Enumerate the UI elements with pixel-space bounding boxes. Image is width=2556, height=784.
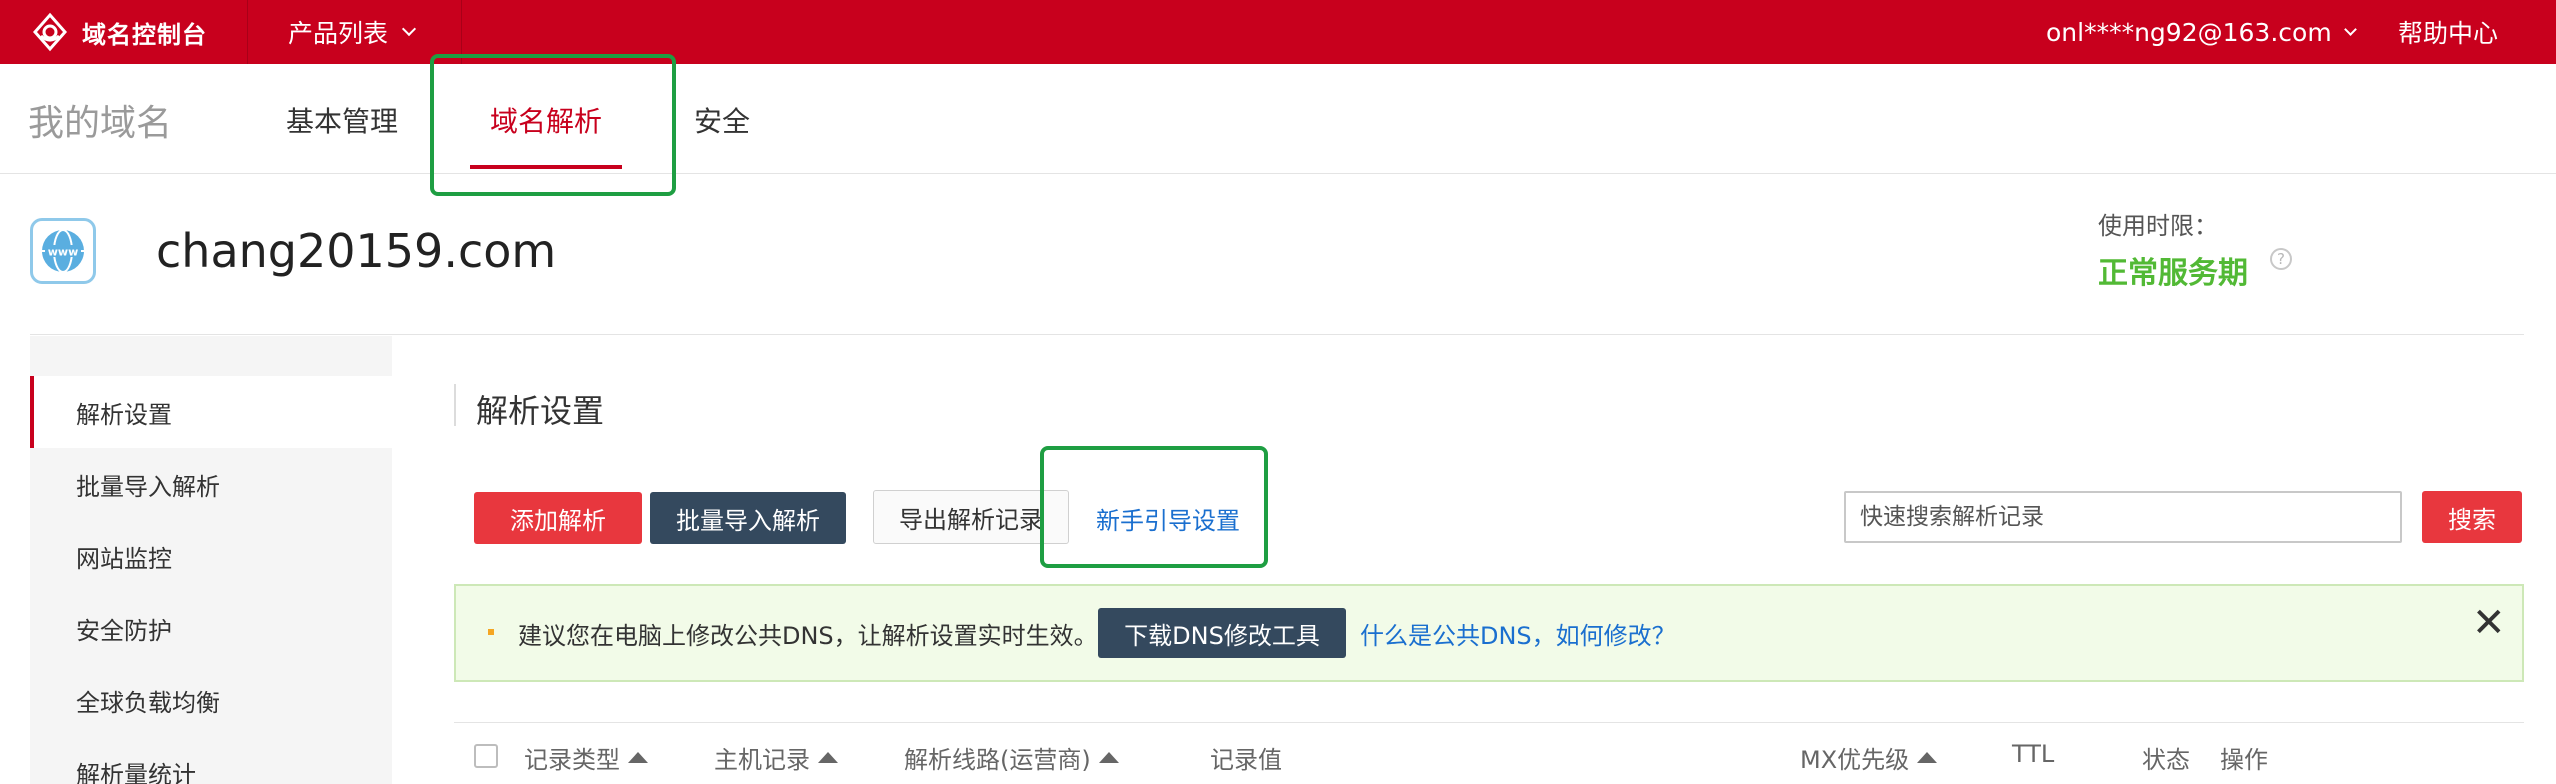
domain-name: chang20159.com [156,224,557,278]
sidebar-item-label: 批量导入解析 [76,472,220,501]
column-label: 解析线路(运营商) [904,746,1091,774]
sidebar-item-security-protection[interactable]: 安全防护 [30,592,392,664]
column-header-record-type[interactable]: 记录类型 [524,740,648,775]
sidebar: 解析设置 批量导入解析 网站监控 安全防护 全球负载均衡 解析量统计 [30,336,392,784]
column-label: 状态 [2142,746,2190,774]
brand-logo-icon [32,12,68,52]
sort-up-icon [818,752,838,763]
column-header-ttl: TTL [2012,740,2054,768]
chevron-down-icon [2343,22,2357,36]
sidebar-item-batch-import[interactable]: 批量导入解析 [30,448,392,520]
search-button[interactable]: 搜索 [2422,491,2522,543]
sidebar-item-label: 解析量统计 [76,760,196,784]
sidebar-item-site-monitor[interactable]: 网站监控 [30,520,392,592]
my-domains-title[interactable]: 我的域名 [28,94,172,146]
column-label: MX优先级 [1800,746,1910,774]
sidebar-item-label: 网站监控 [76,544,172,573]
select-all-checkbox[interactable] [474,744,498,768]
top-bar: 域名控制台 产品列表 onl****ng92@163.com 帮助中心 [0,0,2556,64]
table-top-border [454,722,2524,723]
column-label: 记录值 [1210,746,1282,774]
sidebar-item-dns-settings[interactable]: 解析设置 [30,376,392,448]
add-record-button[interactable]: 添加解析 [474,492,642,544]
brand-title: 域名控制台 [82,20,207,49]
sort-up-icon [1098,752,1119,763]
batch-import-button[interactable]: 批量导入解析 [650,492,846,544]
sidebar-item-global-load-balancing[interactable]: 全球负载均衡 [30,664,392,736]
sidebar-item-resolution-stats[interactable]: 解析量统计 [30,736,392,784]
column-label: 操作 [2220,746,2268,774]
download-dns-tool-button[interactable]: 下载DNS修改工具 [1098,608,1346,658]
product-list-label: 产品列表 [288,19,389,48]
column-header-host-record[interactable]: 主机记录 [714,740,838,775]
sort-up-icon [628,752,648,763]
section-title: 解析设置 [476,392,605,430]
www-globe-icon: www [30,218,96,284]
close-icon[interactable]: ✕ [2472,600,2506,646]
highlight-box-tab [430,54,676,196]
bullet-icon [488,629,494,635]
service-status: 正常服务期 [2098,256,2248,291]
help-question-icon[interactable]: ? [2270,248,2292,270]
column-header-actions: 操作 [2220,740,2268,775]
search-input[interactable] [1844,491,2402,543]
account-menu[interactable]: onl****ng92@163.com [2046,0,2357,64]
highlight-box-guide [1040,446,1268,568]
public-dns-help-link[interactable]: 什么是公共DNS，如何修改？ [1360,616,1676,651]
section-title-bar [454,384,456,426]
chevron-down-icon [401,21,417,37]
sub-navigation: 我的域名 基本管理 域名解析 安全 [0,64,2556,174]
column-header-mx-priority[interactable]: MX优先级 [1800,740,1938,775]
column-header-record-value: 记录值 [1210,740,1282,775]
column-label: TTL [2012,740,2055,768]
sidebar-item-label: 安全防护 [76,616,172,645]
tab-security[interactable]: 安全 [694,100,750,140]
dns-notice-banner: 建议您在电脑上修改公共DNS，让解析设置实时生效。 下载DNS修改工具 什么是公… [454,584,2524,682]
tab-basic-management[interactable]: 基本管理 [286,100,398,140]
sort-up-icon [1917,752,1938,763]
help-center-link[interactable]: 帮助中心 [2398,0,2498,64]
header-divider [30,334,2524,335]
column-label: 记录类型 [524,746,620,774]
product-list-menu[interactable]: 产品列表 [248,0,462,64]
column-header-status: 状态 [2142,740,2190,775]
account-email: onl****ng92@163.com [2046,17,2332,47]
column-label: 主机记录 [714,746,810,774]
column-header-line[interactable]: 解析线路(运营商) [904,740,1119,775]
notice-text: 建议您在电脑上修改公共DNS，让解析设置实时生效。 [518,622,1098,650]
sidebar-item-label: 解析设置 [76,400,172,429]
sidebar-item-label: 全球负载均衡 [76,688,220,717]
brand[interactable]: 域名控制台 [0,0,248,64]
usage-period-label: 使用时限： [2098,212,2218,240]
svg-text:www: www [48,246,79,259]
